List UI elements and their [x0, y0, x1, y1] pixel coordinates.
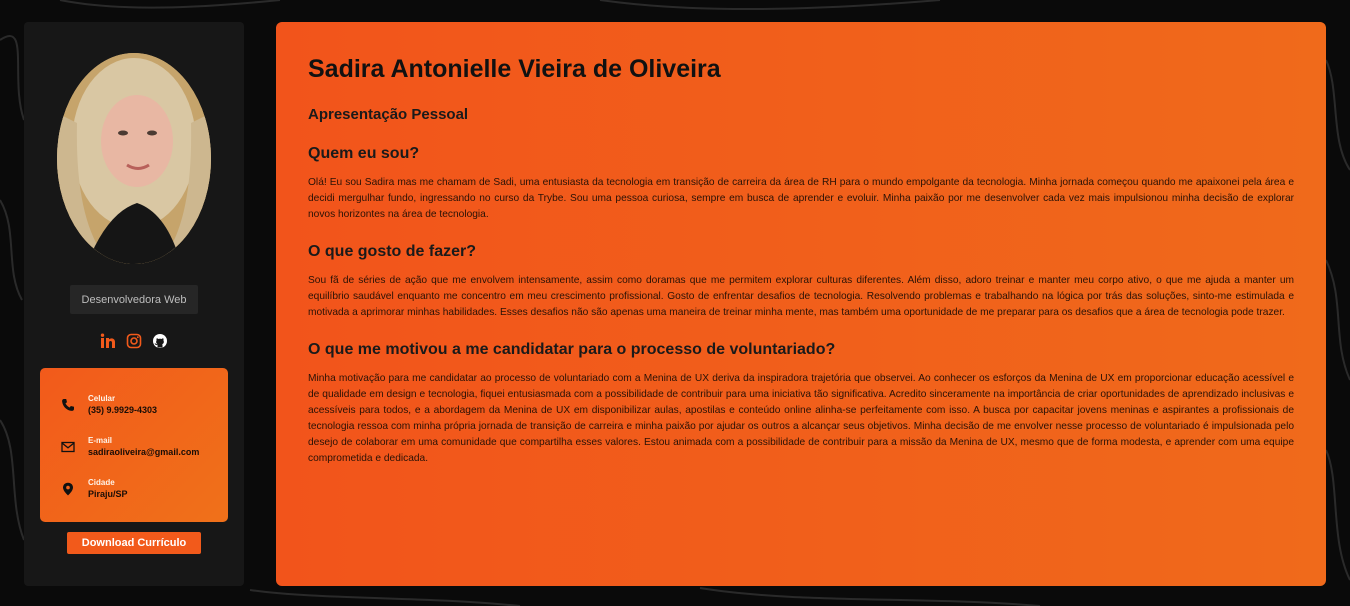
contact-phone: Celular (35) 9.9929-4303	[60, 394, 157, 416]
block-title-motivation: O que me motivou a me candidatar para o …	[308, 341, 836, 358]
email-label: E-mail	[88, 436, 113, 445]
phone-label: Celular	[88, 394, 116, 403]
block-text-who: Olá! Eu sou Sadira mas me chamam de Sadi…	[308, 177, 1294, 220]
phone-icon	[60, 397, 76, 413]
main-content: Sadira Antonielle Vieira de Oliveira Apr…	[276, 22, 1326, 586]
github-icon[interactable]	[152, 333, 168, 349]
linkedin-icon[interactable]	[100, 333, 116, 349]
city-value: Piraju/SP	[88, 489, 128, 499]
city-label: Cidade	[88, 478, 115, 487]
profile-sidebar: Desenvolvedora Web Celular (35) 9.9929-4…	[24, 22, 244, 586]
email-value[interactable]: sadiraoliveira@gmail.com	[88, 446, 199, 458]
page-title: Sadira Antonielle Vieira de Oliveira	[308, 55, 721, 83]
social-links	[24, 333, 244, 349]
contact-city: Cidade Piraju/SP	[60, 478, 128, 500]
block-title-who: Quem eu sou?	[308, 145, 420, 162]
role-badge: Desenvolvedora Web	[70, 285, 198, 314]
phone-value[interactable]: (35) 9.9929-4303	[88, 404, 157, 416]
location-pin-icon	[60, 481, 76, 497]
section-title: Apresentação Pessoal	[308, 106, 469, 123]
instagram-icon[interactable]	[126, 333, 142, 349]
block-title-likes: O que gosto de fazer?	[308, 243, 477, 260]
contact-card: Celular (35) 9.9929-4303 E-mail sadiraol…	[40, 368, 228, 522]
mail-icon	[60, 439, 76, 455]
block-text-motivation: Minha motivação para me candidatar ao pr…	[308, 373, 1294, 464]
block-text-likes: Sou fã de séries de ação que me envolvem…	[308, 275, 1294, 318]
contact-email: E-mail sadiraoliveira@gmail.com	[60, 436, 199, 458]
main-inner: Sadira Antonielle Vieira de Oliveira Apr…	[308, 53, 1294, 467]
download-resume-button[interactable]: Download Currículo	[67, 532, 201, 554]
avatar	[57, 53, 211, 264]
